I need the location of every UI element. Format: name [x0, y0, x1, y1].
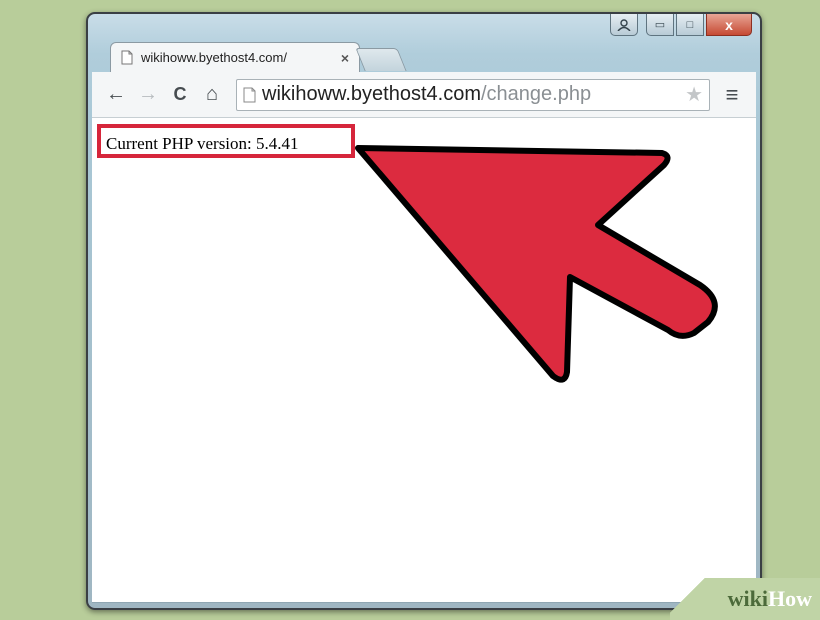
close-icon: x — [725, 16, 733, 33]
reload-button[interactable]: C — [164, 79, 196, 111]
home-button[interactable]: ⌂ — [196, 79, 228, 111]
php-version-text: Current PHP version: 5.4.41 — [106, 134, 299, 153]
reload-icon: C — [173, 84, 187, 104]
page-icon — [243, 87, 256, 102]
menu-icon: ≡ — [725, 81, 739, 107]
tab-title: wikihoww.byethost4.com/ — [141, 50, 287, 65]
maximize-button[interactable]: □ — [676, 14, 704, 36]
back-button[interactable]: ← — [100, 79, 132, 111]
user-icon — [617, 18, 631, 31]
page-icon — [121, 50, 133, 65]
url-path: /change.php — [480, 83, 592, 105]
browser-toolbar: ← → C ⌂ wikihoww.byethost4.com/change.ph… — [92, 72, 756, 118]
close-window-button[interactable]: x — [706, 14, 752, 36]
url-host: wikihoww.byethost4.com — [262, 83, 481, 105]
page-content: Current PHP version: 5.4.41 — [92, 118, 756, 603]
browser-window: ▭ □ x wikihoww.byethost4.com/ × ← → C ⌂ … — [86, 12, 762, 610]
watermark-wiki: wiki — [727, 586, 768, 611]
home-icon: ⌂ — [205, 83, 219, 105]
back-arrow-icon: ← — [106, 83, 126, 105]
wikihow-watermark: wiki How — [670, 578, 820, 620]
address-bar[interactable]: wikihoww.byethost4.com/change.php ★ — [236, 78, 710, 111]
menu-button[interactable]: ≡ — [716, 79, 748, 111]
bookmark-star-icon[interactable]: ★ — [685, 82, 703, 107]
window-controls: ▭ □ x — [610, 14, 752, 36]
minimize-button[interactable]: ▭ — [646, 14, 674, 36]
forward-arrow-icon: → — [138, 83, 158, 105]
new-tab-button[interactable] — [355, 48, 407, 71]
minimize-icon: ▭ — [654, 19, 666, 31]
maximize-icon: □ — [686, 18, 694, 31]
profile-button[interactable] — [610, 14, 638, 36]
watermark-how: How — [768, 586, 812, 611]
forward-button[interactable]: → — [132, 79, 164, 111]
tab-close-icon[interactable]: × — [341, 50, 349, 66]
browser-tab[interactable]: wikihoww.byethost4.com/ × — [110, 42, 360, 72]
url-text[interactable]: wikihoww.byethost4.com/change.php — [262, 83, 679, 106]
